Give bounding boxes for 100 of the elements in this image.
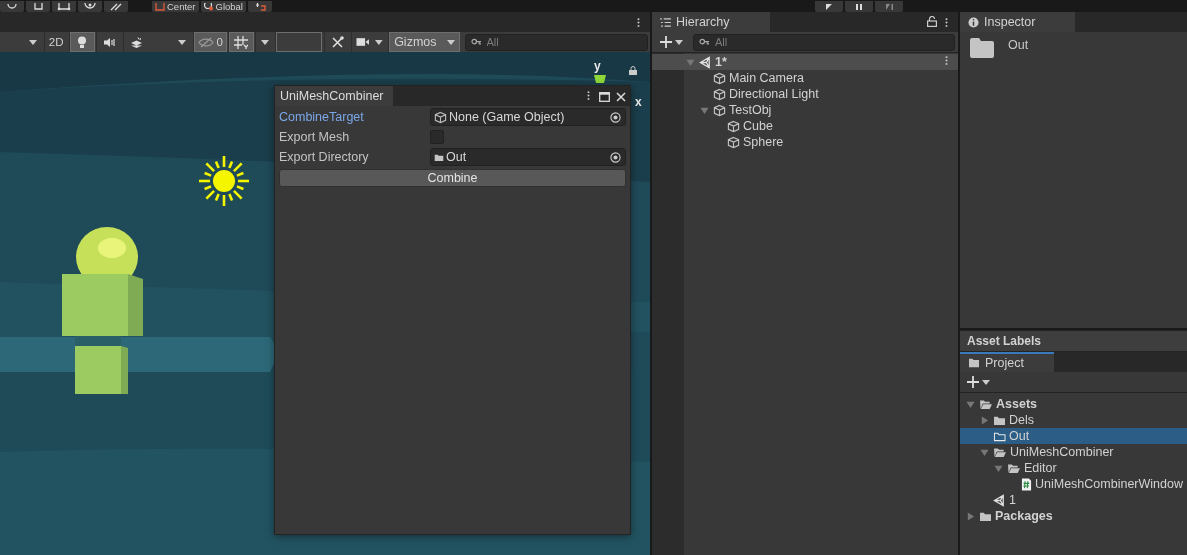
step-icon — [884, 3, 894, 10]
collapsed-arrow-icon[interactable] — [966, 511, 975, 521]
lock-icon[interactable] — [629, 66, 637, 75]
project-item[interactable]: Assets — [960, 396, 1187, 412]
search-field[interactable]: All — [693, 33, 955, 51]
tool-button[interactable] — [26, 1, 50, 12]
tool-button[interactable] — [78, 1, 102, 12]
project-tab[interactable]: Project — [960, 352, 1054, 372]
open-folder-icon — [1007, 462, 1021, 474]
space-button[interactable]: Global — [200, 1, 246, 12]
more-options-icon[interactable] — [945, 17, 948, 28]
hierarchy-item[interactable]: TestObj — [652, 102, 958, 118]
object-field[interactable]: Out — [430, 148, 626, 166]
project-item[interactable]: UniMeshCombinerWindow — [960, 476, 1187, 492]
project-item[interactable]: UniMeshCombiner — [960, 444, 1187, 460]
grid-icon — [234, 35, 249, 49]
hierarchy-item[interactable]: 1* — [652, 54, 958, 70]
expanded-arrow-icon[interactable] — [966, 399, 975, 409]
folder-icon — [970, 38, 994, 58]
unity-logo-icon — [993, 493, 1006, 507]
project-item[interactable]: Editor — [960, 460, 1187, 476]
step-button[interactable] — [875, 1, 903, 12]
snap-button[interactable] — [248, 1, 272, 12]
wrench-icon — [331, 35, 345, 49]
maximize-icon[interactable] — [599, 92, 610, 102]
search-field[interactable]: All — [464, 33, 648, 51]
inspector-tab[interactable]: Inspector — [960, 12, 1076, 32]
dropdown-arrow-icon — [446, 39, 455, 45]
folder-outline-icon — [993, 430, 1006, 442]
pivot-button[interactable]: Center — [152, 1, 199, 12]
pause-icon — [855, 3, 863, 10]
pause-button[interactable] — [845, 1, 873, 12]
lighting-toggle[interactable] — [68, 32, 95, 52]
open-folder-icon — [993, 446, 1007, 458]
project-item[interactable]: Packages — [960, 508, 1187, 524]
combine-button[interactable]: Combine — [279, 169, 626, 187]
close-icon[interactable] — [616, 92, 626, 102]
hierarchy-tab[interactable]: Hierarchy — [652, 12, 770, 32]
open-folder-icon — [979, 398, 993, 410]
transform-tool-icon — [84, 2, 96, 11]
window-tab[interactable]: UniMeshCombiner — [275, 86, 393, 106]
cube-icon — [727, 135, 740, 149]
asset-name: Out — [1008, 38, 1029, 52]
axis-cone-icon — [594, 75, 606, 83]
hierarchy-item[interactable]: Main Camera — [652, 70, 958, 86]
object-field[interactable]: None (Game Object) — [430, 108, 626, 126]
camera-icon — [356, 37, 370, 47]
folder-icon — [993, 414, 1006, 426]
project-item[interactable]: 1 — [960, 492, 1187, 508]
speaker-icon — [102, 36, 116, 48]
expanded-arrow-icon[interactable] — [980, 447, 989, 457]
hierarchy-item[interactable]: Directional Light — [652, 86, 958, 102]
grid-toggle[interactable] — [227, 32, 254, 52]
hierarchy-item[interactable]: Cube — [652, 118, 958, 134]
project-item[interactable]: Out — [960, 428, 1187, 444]
tool-button[interactable] — [0, 1, 24, 12]
cube-icon — [713, 71, 726, 85]
cube-icon — [713, 103, 726, 117]
hidden-objects-toggle[interactable]: 0 — [193, 32, 227, 52]
dropdown-arrow-icon — [261, 39, 270, 45]
pivot-icon — [155, 2, 165, 11]
more-options-icon[interactable] — [587, 90, 590, 101]
add-button[interactable] — [660, 36, 683, 48]
object-picker-icon[interactable] — [610, 111, 621, 123]
folder-icon — [434, 152, 444, 162]
list-icon — [660, 17, 671, 27]
lock-icon[interactable] — [927, 16, 937, 27]
plus-icon — [967, 376, 979, 388]
dropdown-arrow-icon — [375, 39, 384, 45]
gizmos-button[interactable]: Gizmos — [388, 32, 460, 52]
project-item[interactable]: Dels — [960, 412, 1187, 428]
expanded-arrow-icon[interactable] — [994, 463, 1003, 473]
layers-icon — [129, 36, 143, 48]
object-picker-icon[interactable] — [610, 151, 621, 163]
tool-button[interactable] — [52, 1, 76, 12]
play-icon — [825, 3, 833, 10]
field-label: Export Directory — [279, 150, 370, 164]
info-icon — [968, 16, 979, 28]
field-label: CombineTarget — [279, 110, 365, 124]
more-options-icon[interactable] — [637, 16, 640, 28]
dropdown-arrow-icon — [675, 39, 683, 45]
cube-icon — [434, 110, 447, 124]
collapsed-arrow-icon[interactable] — [980, 415, 989, 425]
lightbulb-icon — [77, 35, 88, 49]
add-button[interactable] — [967, 376, 990, 388]
folder-icon — [968, 358, 980, 368]
field-label: Export Mesh — [279, 130, 351, 144]
more-options-icon[interactable] — [945, 54, 948, 66]
expanded-arrow-icon[interactable] — [700, 105, 709, 115]
axis-label: y — [594, 60, 601, 72]
play-button[interactable] — [815, 1, 843, 12]
asset-labels-header[interactable]: Asset Labels — [960, 330, 1187, 352]
tool-button[interactable] — [104, 1, 128, 12]
sun-icon — [197, 154, 251, 208]
cube-icon — [713, 87, 726, 101]
unity-logo-icon — [699, 55, 712, 69]
eye-slash-icon — [198, 36, 215, 48]
dropdown-arrow-icon — [28, 39, 37, 45]
hierarchy-item[interactable]: Sphere — [652, 134, 958, 150]
dropdown-arrow-icon — [982, 379, 990, 385]
